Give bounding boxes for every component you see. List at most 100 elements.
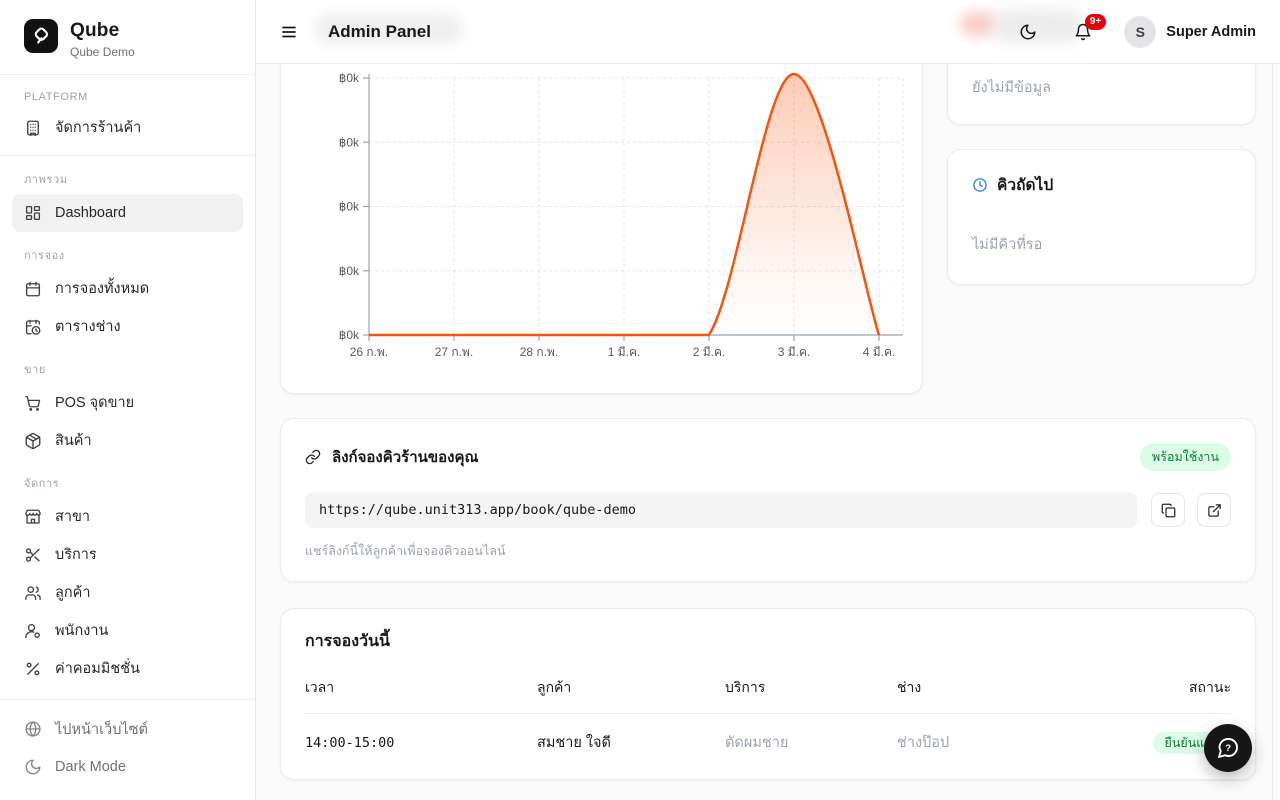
- table-row[interactable]: 14:00-15:00 สมชาย ใจดี ตัดผมชาย ช่างป๊อป…: [305, 714, 1231, 771]
- globe-icon: [24, 720, 42, 738]
- sidebar-item-label: ตารางช่าง: [55, 315, 121, 338]
- sidebar-item-label: ลูกค้า: [55, 581, 91, 604]
- x-axis-tick-label: 1 มี.ค.: [608, 345, 641, 359]
- sidebar-item-label: จัดการร้านค้า: [55, 116, 141, 139]
- package-icon: [24, 432, 42, 450]
- booking-link-card: ลิงก์จองคิวร้านของคุณ พร้อมใช้งาน https:…: [280, 418, 1256, 582]
- sidebar-item-4-1[interactable]: บริการ: [12, 536, 243, 574]
- sales-empty-text: ยังไม่มีข้อมูล: [972, 76, 1051, 99]
- sidebar-item-footer-1[interactable]: Dark Mode: [12, 748, 243, 786]
- next-queue-empty-text: ไม่มีคิวที่รอ: [972, 233, 1231, 256]
- scissors-icon: [24, 546, 42, 564]
- qube-logo-icon: [24, 19, 58, 53]
- sidebar-footer: ไปหน้าเว็บไซต์ Dark Mode: [0, 700, 255, 800]
- booking-customer: สมชาย ใจดี: [537, 731, 725, 754]
- sidebar-item-label: พนักงาน: [55, 619, 108, 642]
- sidebar-item-label: การจองทั้งหมด: [55, 277, 149, 300]
- copy-icon: [1161, 503, 1176, 518]
- sidebar-item-label: บริการ: [55, 543, 97, 566]
- sidebar-section-label: ขาย: [12, 346, 243, 384]
- x-axis-tick-label: 2 มี.ค.: [693, 345, 726, 359]
- sidebar-item-3-1[interactable]: สินค้า: [12, 422, 243, 460]
- brand-subtitle: Qube Demo: [70, 45, 135, 59]
- sidebar-item-1-0[interactable]: Dashboard: [12, 194, 243, 232]
- sidebar-item-label: Dark Mode: [55, 759, 126, 775]
- help-chat-button[interactable]: ?: [1204, 724, 1252, 772]
- avatar[interactable]: S: [1124, 16, 1156, 48]
- sidebar-item-2-1[interactable]: ตารางช่าง: [12, 308, 243, 346]
- dashboard-icon: [24, 204, 42, 222]
- sidebar: Qube Qube Demo PLATFORM จัดการร้านค้าภาพร…: [0, 0, 256, 800]
- sales-area-chart: ฿0k฿0k฿0k฿0k฿0k26 ก.พ.27 ก.พ.28 ก.พ.1 มี…: [281, 64, 923, 394]
- sidebar-item-label: ไปหน้าเว็บไซต์: [55, 718, 148, 741]
- dark-mode-toggle-icon[interactable]: [1019, 23, 1037, 41]
- table-header-cell: ลูกค้า: [537, 677, 725, 699]
- next-queue-title: คิวถัดไป: [997, 172, 1053, 197]
- copy-link-button[interactable]: [1151, 493, 1185, 527]
- bookings-title: การจองวันนี้: [305, 629, 1231, 654]
- sidebar-section-label: จัดการ: [12, 460, 243, 498]
- x-axis-tick-label: 3 มี.ค.: [778, 345, 811, 359]
- brand-name: Qube: [70, 19, 135, 42]
- sidebar-item-2-0[interactable]: การจองทั้งหมด: [12, 270, 243, 308]
- sidebar-item-label: สินค้า: [55, 429, 92, 452]
- sidebar-section-label: การจอง: [12, 232, 243, 270]
- y-axis-tick-label: ฿0k: [339, 328, 360, 342]
- cart-icon: [24, 394, 42, 412]
- booking-link-title: ลิงก์จองคิวร้านของคุณ: [332, 445, 478, 469]
- y-axis-tick-label: ฿0k: [339, 200, 360, 214]
- moon-icon: [24, 758, 42, 776]
- x-axis-tick-label: 26 ก.พ.: [350, 345, 389, 359]
- table-header-cell: เวลา: [305, 677, 537, 699]
- sidebar-item-label: สาขา: [55, 505, 90, 528]
- header: Admin Panel 9+ S Super Admin: [256, 0, 1280, 64]
- sidebar-nav: PLATFORM จัดการร้านค้าภาพรวม Dashboard การจ…: [0, 75, 255, 699]
- sidebar-item-footer-0[interactable]: ไปหน้าเว็บไซต์: [12, 710, 243, 748]
- redacted-blur: [960, 13, 998, 35]
- sidebar-section-label: PLATFORM: [12, 77, 243, 109]
- y-axis-tick-label: ฿0k: [339, 264, 360, 278]
- menu-toggle-icon[interactable]: [280, 23, 298, 41]
- notifications-button[interactable]: 9+: [1074, 23, 1092, 41]
- y-axis-tick-label: ฿0k: [339, 135, 360, 149]
- sidebar-item-4-2[interactable]: ลูกค้า: [12, 574, 243, 612]
- today-bookings-card: การจองวันนี้ เวลาลูกค้าบริการช่างสถานะ 1…: [280, 608, 1256, 780]
- sidebar-section-label: ภาพรวม: [12, 156, 243, 194]
- page-title: Admin Panel: [328, 22, 431, 42]
- svg-text:?: ?: [1225, 743, 1231, 754]
- link-icon: [305, 449, 321, 465]
- calendar-icon: [24, 280, 42, 298]
- sidebar-item-label: POS จุดขาย: [55, 391, 134, 414]
- scrollbar-track[interactable]: [1272, 64, 1280, 800]
- open-link-button[interactable]: [1197, 493, 1231, 527]
- sales-summary-card: ยังไม่มีข้อมูล: [947, 64, 1256, 125]
- link-helper-text: แชร์ลิงก์นี้ให้ลูกค้าเพื่อจองคิวออนไลน์: [305, 541, 1231, 561]
- clock-icon: [972, 177, 988, 193]
- store-icon: [24, 508, 42, 526]
- users-icon: [24, 584, 42, 602]
- calendar-clock-icon: [24, 318, 42, 336]
- bookings-table-body: 14:00-15:00 สมชาย ใจดี ตัดผมชาย ช่างป๊อป…: [305, 714, 1231, 771]
- booking-staff: ช่างป๊อป: [897, 731, 1111, 754]
- y-axis-tick-label: ฿0k: [339, 71, 360, 85]
- table-header-cell: ช่าง: [897, 677, 1111, 699]
- booking-url-field[interactable]: https://qube.unit313.app/book/qube-demo: [305, 492, 1137, 528]
- sidebar-item-4-0[interactable]: สาขา: [12, 498, 243, 536]
- sidebar-item-4-4[interactable]: ค่าคอมมิชชั่น: [12, 650, 243, 688]
- building-icon: [24, 119, 42, 137]
- staff-icon: [24, 622, 42, 640]
- booking-time: 14:00-15:00: [305, 735, 537, 751]
- main-content: ฿0k฿0k฿0k฿0k฿0k26 ก.พ.27 ก.พ.28 ก.พ.1 มี…: [256, 64, 1272, 800]
- x-axis-tick-label: 4 มี.ค.: [863, 345, 896, 359]
- user-name: Super Admin: [1166, 24, 1256, 40]
- sidebar-item-3-0[interactable]: POS จุดขาย: [12, 384, 243, 422]
- notification-badge: 9+: [1085, 14, 1106, 30]
- app-root: Qube Qube Demo PLATFORM จัดการร้านค้าภาพร…: [0, 0, 1280, 800]
- sidebar-item-4-3[interactable]: พนักงาน: [12, 612, 243, 650]
- sidebar-item-0-0[interactable]: จัดการร้านค้า: [12, 109, 243, 147]
- booking-service: ตัดผมชาย: [725, 731, 897, 754]
- sidebar-item-label: Dashboard: [55, 205, 126, 221]
- external-link-icon: [1207, 503, 1222, 518]
- next-queue-card: คิวถัดไป ไม่มีคิวที่รอ: [947, 149, 1256, 285]
- brand: Qube Qube Demo: [0, 0, 255, 74]
